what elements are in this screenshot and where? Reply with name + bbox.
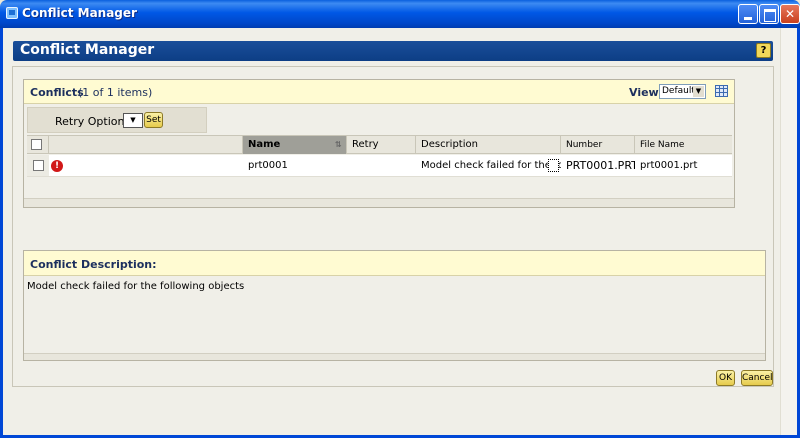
conflict-description-section: Conflict Description: Model check failed… [23, 250, 766, 361]
row-description-cell: Model check failed for the following obj… [416, 155, 561, 176]
retry-options-toolbar: Retry Options: ▼ Set [27, 107, 207, 133]
vertical-scrollbar[interactable] [780, 28, 797, 435]
window-titlebar[interactable]: Conflict Manager ✕ [0, 0, 800, 28]
maximize-button[interactable] [759, 4, 779, 24]
conflicts-header: Conflicts (1 of 1 items) View: Default ▼ [24, 80, 734, 104]
view-label: View: [629, 86, 664, 99]
select-all-checkbox[interactable] [31, 139, 42, 150]
page-header: Conflict Manager ? [13, 41, 773, 61]
page-title: Conflict Manager [20, 42, 155, 58]
view-select[interactable]: Default ▼ [659, 84, 706, 99]
window-title: Conflict Manager [22, 6, 137, 20]
column-header-file-name[interactable]: File Name [635, 136, 732, 154]
view-select-value: Default [662, 86, 695, 96]
row-retry-option [347, 155, 416, 176]
error-icon: ! [51, 160, 63, 172]
conflicts-section: Conflicts (1 of 1 items) View: Default ▼… [23, 79, 735, 208]
grid-view-icon[interactable] [715, 85, 728, 97]
app-icon [6, 7, 18, 19]
row-checkbox[interactable] [33, 160, 44, 171]
cancel-button[interactable]: Cancel [741, 370, 773, 386]
row-status-cell: ! [49, 155, 243, 176]
description-details-button[interactable] [548, 159, 559, 172]
conflict-description-footer [24, 353, 765, 360]
row-select-cell [27, 155, 49, 176]
conflicts-title: Conflicts [30, 86, 84, 99]
dialog-content: Conflict Manager ? Conflicts (1 of 1 ite… [3, 28, 780, 435]
close-button[interactable]: ✕ [780, 4, 800, 24]
table-row[interactable]: ! prt0001 Model check failed for the fol… [27, 155, 732, 177]
column-header-name[interactable]: Name ⇅ [243, 136, 347, 154]
column-header-name-label: Name [248, 139, 281, 150]
set-button[interactable]: Set [144, 112, 163, 128]
minimize-button[interactable] [738, 4, 758, 24]
conflicts-footer [24, 198, 734, 207]
status-column-header [49, 136, 243, 154]
retry-options-select[interactable]: ▼ [123, 113, 143, 128]
table-header: Name ⇅ Retry Option Description Number F… [27, 135, 732, 168]
conflicts-count: (1 of 1 items) [78, 86, 153, 99]
main-panel: Conflicts (1 of 1 items) View: Default ▼… [12, 66, 774, 387]
column-header-description[interactable]: Description [416, 136, 561, 154]
sort-icon: ⇅ [335, 140, 342, 149]
ok-button[interactable]: OK [716, 370, 735, 386]
chevron-down-icon: ▼ [693, 86, 704, 97]
row-description: Model check failed for the following obj… [421, 160, 561, 171]
conflict-description-text: Model check failed for the following obj… [27, 281, 245, 292]
row-name: prt0001 [248, 160, 288, 171]
help-icon[interactable]: ? [756, 43, 771, 58]
column-header-number[interactable]: Number [561, 136, 635, 154]
row-file-name: prt0001.prt [640, 160, 698, 171]
select-all-column [27, 136, 49, 154]
conflict-description-header: Conflict Description: [24, 251, 765, 276]
column-header-retry-option[interactable]: Retry Option [347, 136, 416, 168]
conflict-description-title: Conflict Description: [30, 258, 157, 271]
row-number: PRT0001.PRT [566, 159, 635, 172]
